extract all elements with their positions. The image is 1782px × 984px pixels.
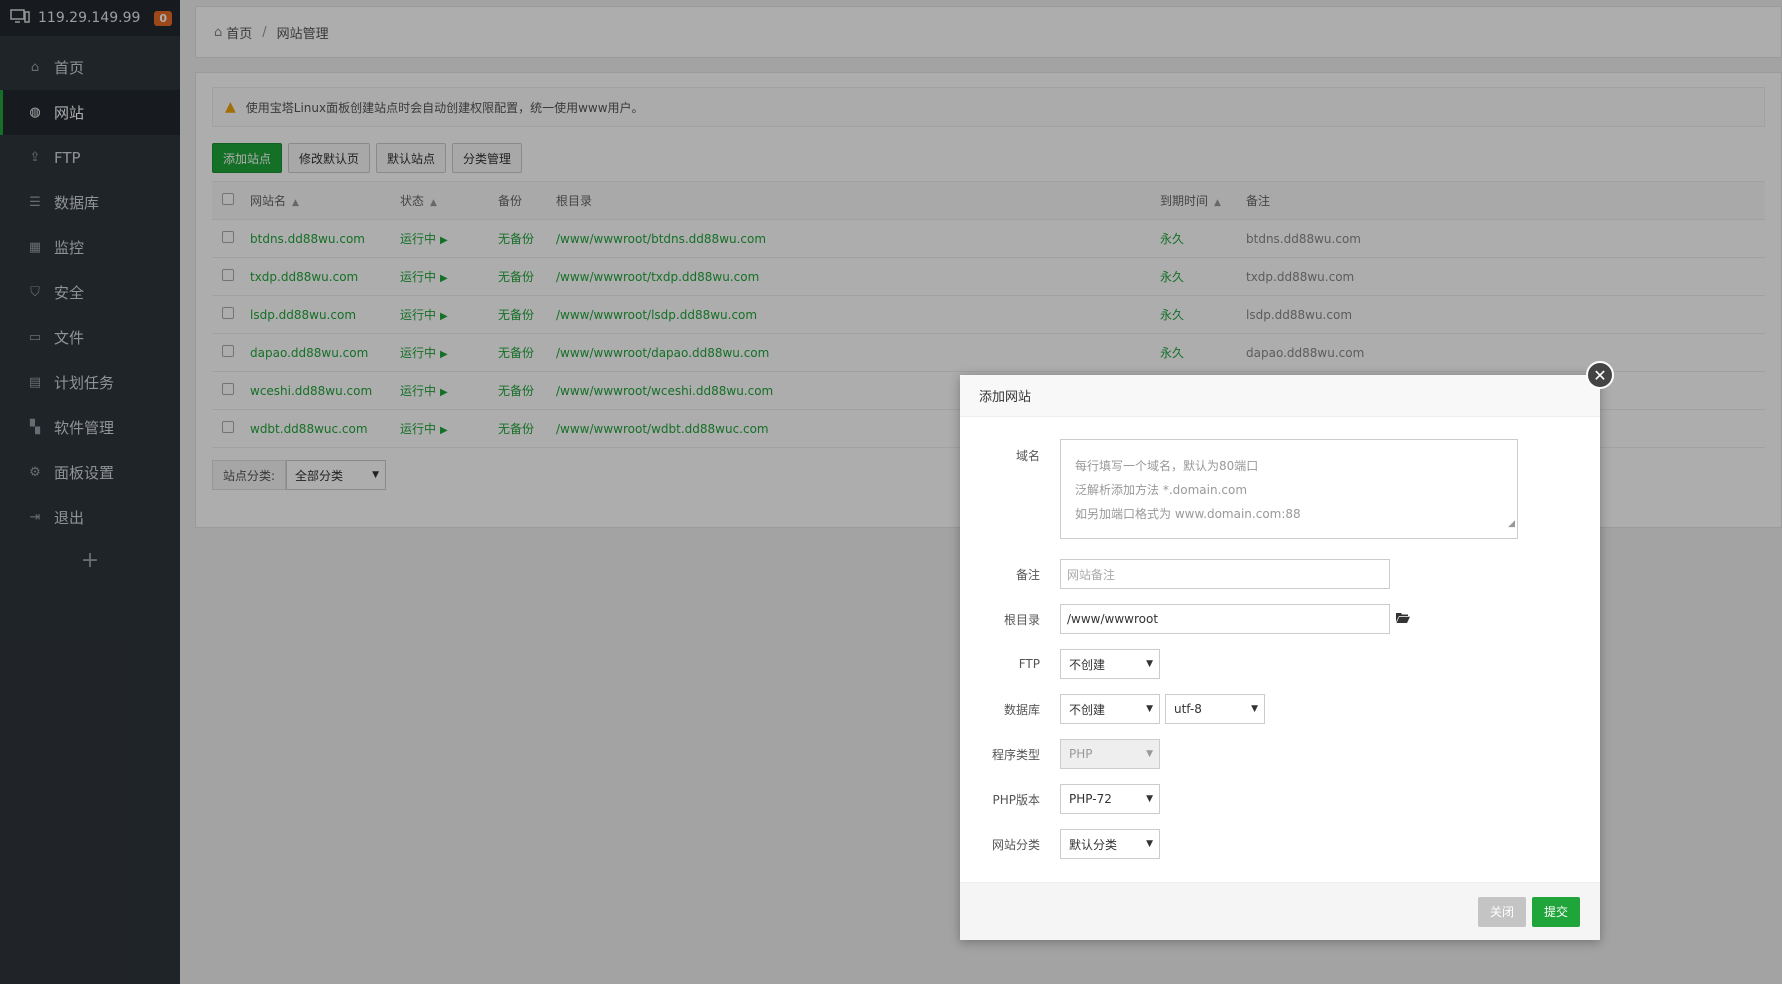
dialog-title: 添加网站 [960, 375, 1600, 417]
database-row: 数据库 不创建 ▼ utf-8 ▼ [960, 694, 1265, 724]
php-version-label: PHP版本 [992, 792, 1041, 807]
domain-label: 域名 [1015, 449, 1040, 463]
dialog-footer: 关闭 提交 [960, 882, 1600, 940]
database-select[interactable]: 不创建 ▼ [1060, 694, 1160, 724]
php-version-select[interactable]: PHP-72 ▼ [1060, 784, 1160, 814]
database-label: 数据库 [1003, 702, 1040, 717]
site-category-row: 网站分类 默认分类 ▼ [960, 829, 1160, 859]
add-website-form: 域名 每行填写一个域名，默认为80端口 泛解析添加方法 *.domain.com… [960, 417, 1600, 882]
php-version-row: PHP版本 PHP-72 ▼ [960, 784, 1160, 814]
root-path-input[interactable]: /www/wwwroot [1060, 604, 1390, 634]
domain-placeholder-line: 每行填写一个域名，默认为80端口 [1075, 459, 1259, 473]
ftp-label: FTP [1018, 657, 1040, 671]
program-type-select: PHP ▼ [1060, 739, 1160, 769]
program-type-value: PHP [1069, 747, 1093, 761]
program-type-label: 程序类型 [991, 747, 1040, 762]
database-select-value: 不创建 [1069, 702, 1106, 717]
caret-down-icon: ▼ [1146, 794, 1153, 804]
add-website-dialog: 添加网站 ✕ 域名 每行填写一个域名，默认为80端口 泛解析添加方法 *.dom… [960, 361, 1614, 940]
caret-down-icon: ▼ [1146, 839, 1153, 849]
domain-textarea[interactable]: 每行填写一个域名，默认为80端口 泛解析添加方法 *.domain.com 如另… [1060, 439, 1518, 539]
charset-select[interactable]: utf-8 ▼ [1165, 694, 1265, 724]
site-category-value: 默认分类 [1069, 837, 1118, 852]
close-button[interactable]: 关闭 [1477, 896, 1526, 927]
php-version-value: PHP-72 [1069, 792, 1112, 806]
root-label: 根目录 [1003, 612, 1040, 627]
ftp-select[interactable]: 不创建 ▼ [1060, 649, 1160, 679]
caret-down-icon: ▼ [1251, 704, 1258, 714]
domain-placeholder-line: 如另加端口格式为 www.domain.com:88 [1075, 507, 1301, 521]
note-label: 备注 [1015, 567, 1040, 582]
domain-row: 域名 每行填写一个域名，默认为80端口 泛解析添加方法 *.domain.com… [960, 439, 1518, 539]
caret-down-icon: ▼ [1146, 749, 1153, 759]
program-type-row: 程序类型 PHP ▼ [960, 739, 1160, 769]
site-category-label: 网站分类 [991, 837, 1040, 852]
submit-button[interactable]: 提交 [1531, 896, 1580, 927]
site-category-select[interactable]: 默认分类 ▼ [1060, 829, 1160, 859]
caret-down-icon: ▼ [1146, 704, 1153, 714]
note-row: 备注 网站备注 [960, 559, 1390, 589]
resize-grip-icon[interactable]: ◢ [1508, 512, 1515, 536]
charset-select-value: utf-8 [1174, 702, 1202, 716]
domain-placeholder-line: 泛解析添加方法 *.domain.com [1075, 483, 1248, 497]
ftp-row: FTP 不创建 ▼ [960, 649, 1160, 679]
note-input[interactable]: 网站备注 [1060, 559, 1390, 589]
close-icon[interactable]: ✕ [1586, 361, 1614, 389]
caret-down-icon: ▼ [1146, 659, 1153, 669]
root-row: 根目录 /www/wwwroot [960, 604, 1410, 634]
ftp-select-value: 不创建 [1069, 657, 1106, 672]
folder-open-icon[interactable] [1396, 612, 1410, 627]
